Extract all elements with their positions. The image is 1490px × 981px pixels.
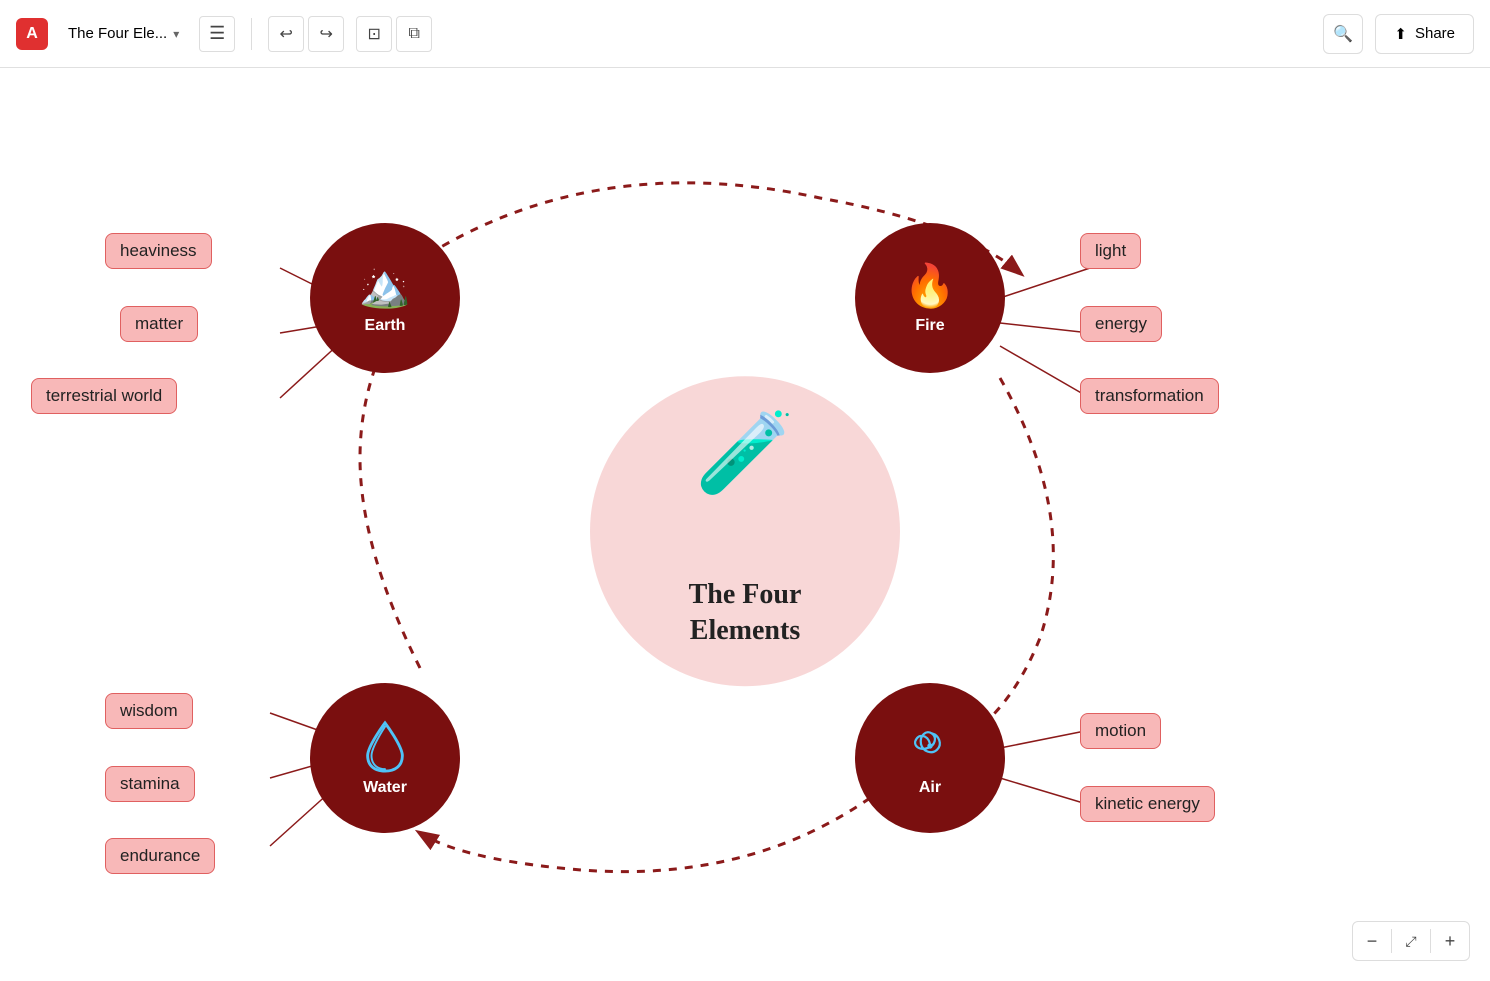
tool1-button[interactable]: ⊡ — [356, 16, 392, 52]
zoom-fit-button[interactable]: ⤢ — [1392, 922, 1430, 960]
earth-tag-3: terrestrial world — [31, 378, 177, 414]
canvas: 🧪 The Four Elements 🏔️ Earth heaviness m… — [0, 68, 1490, 981]
water-circle: Water — [310, 683, 460, 833]
menu-button[interactable]: ☰ — [199, 16, 235, 52]
water-drop-icon — [361, 719, 409, 773]
fire-tag-1: light — [1080, 233, 1141, 269]
search-button[interactable]: 🔍 — [1323, 14, 1363, 54]
share-label: Share — [1415, 25, 1455, 42]
water-tag-3: endurance — [105, 838, 215, 874]
doc-title: The Four Ele... — [68, 25, 167, 42]
central-elements-icon: 🧪 — [695, 406, 795, 500]
share-button[interactable]: ⬆ Share — [1375, 14, 1474, 54]
redo-button[interactable]: ↪ — [308, 16, 344, 52]
undo-icon: ↩ — [280, 24, 293, 44]
earth-label: Earth — [365, 317, 406, 335]
share-icon: ⬆ — [1394, 25, 1407, 43]
tool2-button[interactable]: ⧉ — [396, 16, 432, 52]
earth-circle: 🏔️ Earth — [310, 223, 460, 373]
redo-icon: ↪ — [320, 24, 333, 44]
air-tag-2: kinetic energy — [1080, 786, 1215, 822]
fire-label: Fire — [915, 317, 944, 335]
app-icon: A — [16, 18, 48, 50]
earth-tag-2: matter — [120, 306, 198, 342]
zoom-out-button[interactable]: − — [1353, 922, 1391, 960]
fire-tag-2: energy — [1080, 306, 1162, 342]
air-spiral-icon — [903, 719, 957, 773]
tool-group: ⊡ ⧉ — [356, 16, 432, 52]
fire-tag-3: transformation — [1080, 378, 1219, 414]
topbar: A The Four Ele... ▾ ☰ ↩ ↪ ⊡ ⧉ 🔍 ⬆ Share — [0, 0, 1490, 68]
central-title: The Four Elements — [689, 577, 802, 650]
undo-redo-group: ↩ ↪ — [268, 16, 344, 52]
fire-circle: 🔥 Fire — [855, 223, 1005, 373]
title-button[interactable]: The Four Ele... ▾ — [60, 21, 187, 46]
air-circle: Air — [855, 683, 1005, 833]
search-icon: 🔍 — [1333, 24, 1353, 44]
earth-icon: 🏔️ — [359, 262, 411, 311]
water-label: Water — [363, 779, 407, 797]
undo-button[interactable]: ↩ — [268, 16, 304, 52]
air-label: Air — [919, 779, 941, 797]
central-circle: 🧪 The Four Elements — [590, 376, 900, 686]
water-tag-1: wisdom — [105, 693, 193, 729]
fire-icon: 🔥 — [904, 262, 956, 311]
tool1-icon: ⊡ — [368, 24, 381, 44]
divider — [251, 18, 252, 50]
tool2-icon: ⧉ — [409, 25, 420, 43]
water-tag-2: stamina — [105, 766, 195, 802]
chevron-down-icon: ▾ — [173, 27, 179, 41]
zoom-controls: − ⤢ + — [1352, 921, 1470, 961]
air-tag-1: motion — [1080, 713, 1161, 749]
zoom-in-button[interactable]: + — [1431, 922, 1469, 960]
menu-icon: ☰ — [209, 23, 225, 44]
earth-tag-1: heaviness — [105, 233, 212, 269]
